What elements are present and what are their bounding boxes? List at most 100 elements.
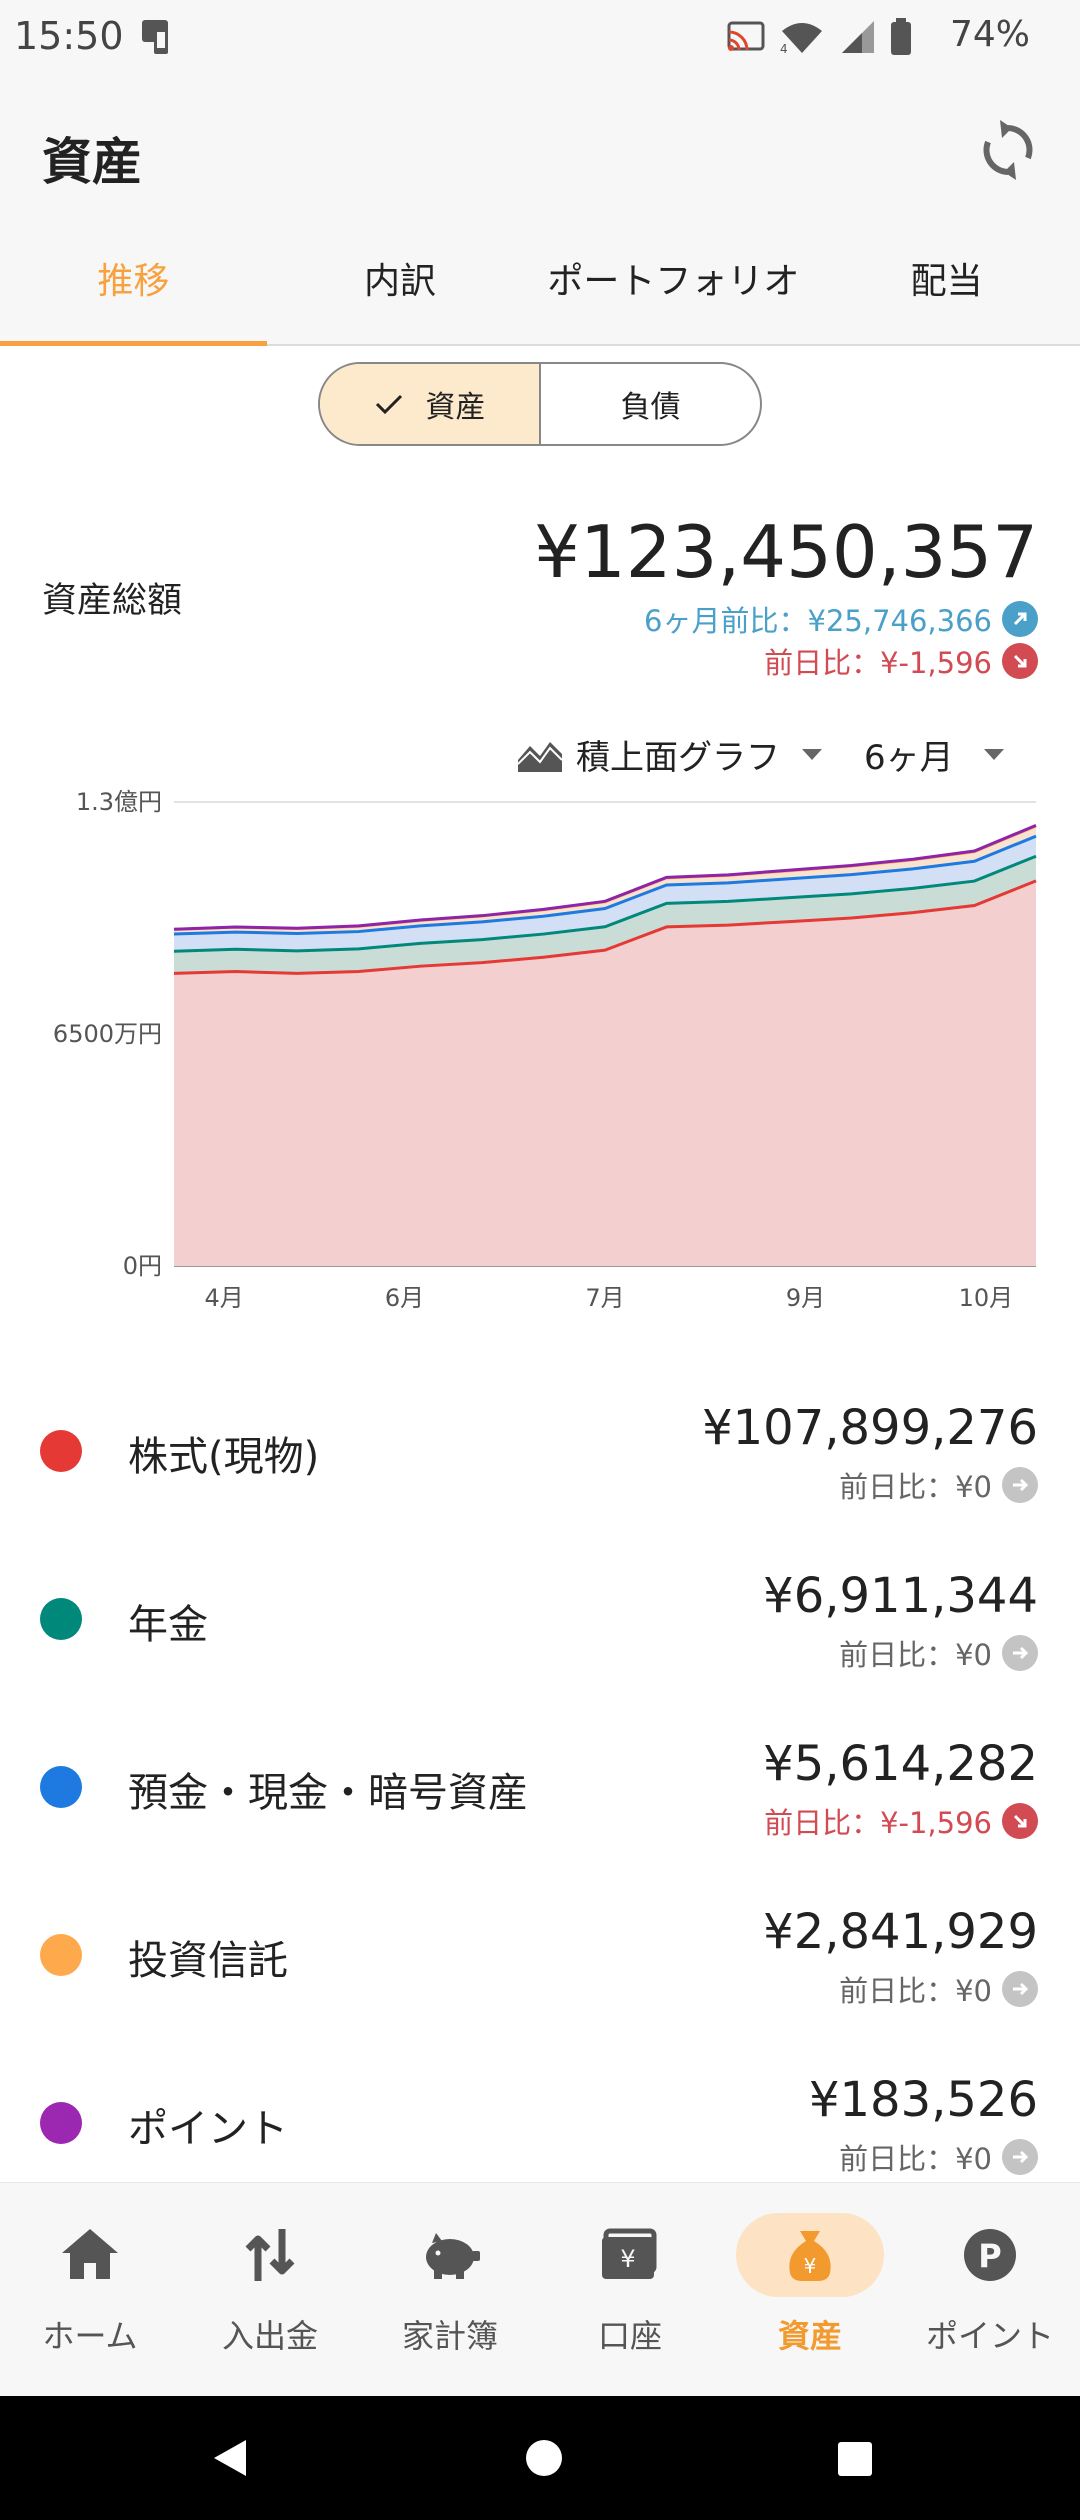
day-compare: 前日比：¥-1,596 [764, 640, 1038, 682]
y-tick-label: 1.3億円 [76, 788, 162, 816]
system-navigation-bar [0, 2396, 1080, 2520]
asset-day-compare: 前日比：¥0 [839, 1968, 1038, 2010]
segment-assets-label: 資産 [425, 390, 486, 425]
asset-day-compare: 前日比：¥0 [839, 1464, 1038, 1506]
asset-value: ¥5,614,282 [763, 1736, 1038, 1792]
period-label: 6ヶ月 [864, 737, 954, 778]
chart-type-selector[interactable]: 積上面グラフ [516, 726, 822, 782]
wifi-icon: 4 [780, 23, 822, 55]
status-bar: 15:50 4 74% [0, 0, 1080, 78]
asset-row-pension[interactable]: 年金 ¥6,911,344 前日比：¥0 [0, 1534, 1080, 1702]
six-month-compare-text: 6ヶ月前比：¥25,746,366 [644, 604, 992, 638]
asset-liability-toggle: 資産 負債 [318, 362, 762, 446]
tab-trend[interactable]: 推移 [0, 224, 267, 346]
tab-breakdown[interactable]: 内訳 [267, 224, 534, 344]
asset-row-cash[interactable]: 預金・現金・暗号資産 ¥5,614,282 前日比：¥-1,596 [0, 1702, 1080, 1870]
nav-household[interactable]: 家計簿 [360, 2183, 540, 2396]
nav-transfer-label: 入出金 [221, 2317, 318, 2355]
trend-flat-icon [1002, 2139, 1038, 2175]
status-time: 15:50 [14, 14, 124, 58]
wallet-icon: ¥ [602, 2228, 657, 2279]
asset-name: 預金・現金・暗号資産 [128, 1770, 528, 1816]
home-icon [62, 2229, 118, 2279]
svg-text:P: P [978, 2237, 1001, 2275]
segment-liabilities[interactable]: 負債 [541, 364, 760, 444]
segment-liabilities-label: 負債 [620, 390, 681, 425]
asset-name: 投資信託 [128, 1938, 288, 1984]
trend-up-icon [1002, 601, 1038, 637]
tab-bar: 推移 内訳 ポートフォリオ 配当 [0, 224, 1080, 346]
y-tick-label: 6500万円 [53, 1020, 162, 1048]
battery-percent: 74% [949, 14, 1030, 55]
check-icon [375, 394, 402, 415]
tab-dividend[interactable]: 配当 [813, 224, 1080, 344]
nav-assets[interactable]: ¥ 資産 [720, 2183, 900, 2396]
trend-down-icon [1002, 643, 1038, 679]
asset-row-stocks[interactable]: 株式(現物) ¥107,899,276 前日比：¥0 [0, 1366, 1080, 1534]
asset-value: ¥183,526 [808, 2072, 1038, 2128]
category-dot [40, 1766, 82, 1808]
day-compare-text: 前日比：¥-1,596 [764, 646, 992, 680]
svg-text:¥: ¥ [804, 2254, 817, 2278]
segment-assets[interactable]: 資産 [320, 364, 541, 444]
asset-value: ¥6,911,344 [763, 1568, 1038, 1624]
total-assets-value: ¥123,450,357 [534, 510, 1038, 594]
nav-points[interactable]: P ポイント [900, 2183, 1080, 2396]
category-dot [40, 1934, 82, 1976]
trend-down-icon [1002, 1803, 1038, 1839]
six-month-compare: 6ヶ月前比：¥25,746,366 [644, 598, 1038, 640]
back-icon[interactable] [208, 2436, 252, 2480]
nav-points-label: ポイント [925, 2317, 1054, 2355]
area-chart-icon [517, 742, 563, 772]
signal-icon [842, 21, 874, 53]
category-dot [40, 1598, 82, 1640]
page-title: 資産 [42, 133, 142, 191]
asset-day-compare: 前日比：¥0 [839, 2136, 1038, 2178]
asset-day-compare: 前日比：¥-1,596 [764, 1800, 1038, 1842]
nav-transfer[interactable]: 入出金 [180, 2183, 360, 2396]
trend-flat-icon [1002, 1467, 1038, 1503]
recents-icon[interactable] [836, 2440, 874, 2478]
x-tick-label: 9月 [786, 1284, 825, 1312]
home-circle-icon[interactable] [524, 2438, 564, 2478]
trend-flat-icon [1002, 1635, 1038, 1671]
nav-accounts[interactable]: ¥ 口座 [540, 2183, 720, 2396]
asset-day-compare-text: 前日比：¥-1,596 [764, 1806, 992, 1840]
piggy-bank-icon [426, 2233, 480, 2279]
y-tick-label: 0円 [123, 1252, 162, 1280]
category-dot [40, 2102, 82, 2144]
category-dot [40, 1430, 82, 1472]
battery-icon [891, 18, 911, 55]
bottom-navigation: ホーム 入出金 家計簿 ¥ 口座 ¥ 資産 P ポイント [0, 2182, 1080, 2396]
trend-flat-icon [1002, 1971, 1038, 2007]
tab-portfolio[interactable]: ポートフォリオ [533, 224, 813, 344]
asset-name: 年金 [128, 1602, 208, 1648]
app-bar: 資産 [0, 78, 1080, 224]
nav-home[interactable]: ホーム [0, 2183, 180, 2396]
svg-text:4: 4 [780, 42, 788, 55]
x-tick-label: 4月 [204, 1284, 243, 1312]
money-bag-icon: ¥ [789, 2231, 831, 2281]
period-selector[interactable]: 6ヶ月 [864, 726, 1004, 782]
refresh-icon[interactable] [978, 118, 1038, 182]
asset-day-compare-text: 前日比：¥0 [839, 1974, 992, 2008]
x-tick-label: 7月 [585, 1284, 624, 1312]
total-assets-label: 資産総額 [42, 581, 183, 621]
asset-row-funds[interactable]: 投資信託 ¥2,841,929 前日比：¥0 [0, 1870, 1080, 2038]
status-icons: 4 [726, 18, 912, 56]
asset-row-points[interactable]: ポイント ¥183,526 前日比：¥0 [0, 2038, 1080, 2206]
cast-icon [727, 21, 765, 51]
x-tick-label: 10月 [959, 1284, 1014, 1312]
device-notification-icon [142, 20, 168, 54]
svg-text:¥: ¥ [620, 2245, 635, 2273]
nav-accounts-label: 口座 [597, 2317, 662, 2355]
chevron-down-icon [983, 748, 1004, 760]
nav-assets-label: 資産 [777, 2317, 842, 2355]
nav-household-label: 家計簿 [401, 2317, 498, 2355]
chevron-down-icon [802, 748, 822, 760]
nav-home-label: ホーム [42, 2317, 138, 2355]
asset-day-compare-text: 前日比：¥0 [839, 1638, 992, 1672]
asset-value: ¥2,841,929 [763, 1904, 1038, 1960]
stacked-area-chart[interactable]: 1.3億円 6500万円 0円 4月 6月 7月 9月 10月 [0, 780, 1080, 1320]
asset-name: ポイント [128, 2106, 288, 2152]
